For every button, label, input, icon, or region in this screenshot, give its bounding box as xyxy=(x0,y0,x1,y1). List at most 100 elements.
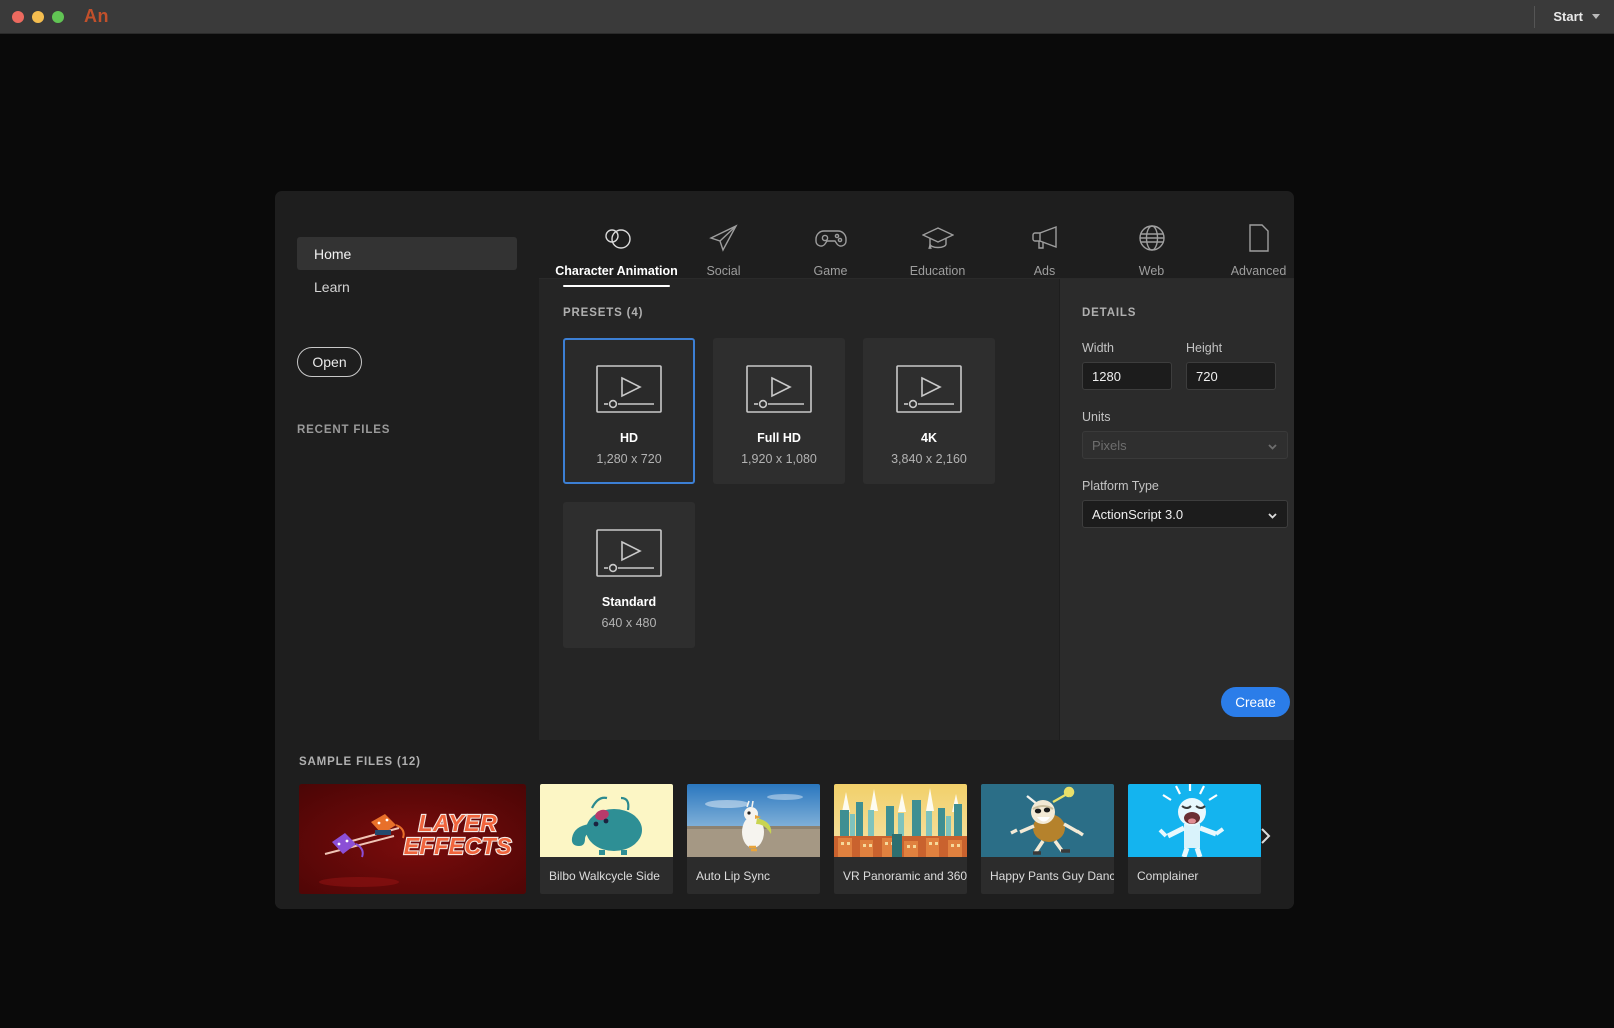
preset-size: 3,840 x 2,160 xyxy=(891,452,967,466)
preset-card-4k[interactable]: 4K 3,840 x 2,160 xyxy=(863,338,995,484)
platform-type-value: ActionScript 3.0 xyxy=(1092,506,1184,522)
sample-tile-label: Happy Pants Guy Dance xyxy=(981,857,1114,894)
titlebar-right-group: Start xyxy=(1534,0,1614,33)
featured-sample-title: LAYER EFFECTS xyxy=(403,810,513,858)
sample-tile-label: Complainer xyxy=(1128,857,1261,894)
sample-thumbnail xyxy=(834,784,967,857)
chevron-down-icon xyxy=(1267,440,1278,451)
open-button[interactable]: Open xyxy=(297,347,362,377)
featured-sample-layer-effects[interactable]: LAYER EFFECTS xyxy=(299,784,526,894)
sidebar: Home Learn Open RECENT FILES xyxy=(275,191,539,740)
maximize-window-button[interactable] xyxy=(52,10,64,23)
sample-tile-vr-panoramic[interactable]: VR Panoramic and 360 ... xyxy=(834,784,967,894)
sample-thumbnail xyxy=(687,784,820,857)
details-heading: DETAILS xyxy=(1082,307,1137,319)
sample-tile-bilbo-walkcycle-side[interactable]: Bilbo Walkcycle Side xyxy=(540,784,673,894)
video-preset-icon xyxy=(594,527,664,579)
sidebar-item-learn[interactable]: Learn xyxy=(297,270,517,303)
video-preset-icon xyxy=(744,363,814,415)
presets-pane: PRESETS (4) HD 1,280 x 720 Full HD 1,920… xyxy=(539,279,1059,740)
tab-advanced-label: Advanced xyxy=(1230,264,1287,278)
tab-social[interactable]: Social xyxy=(670,213,777,278)
video-preset-icon xyxy=(894,363,964,415)
dimension-fields: Width Height xyxy=(1082,341,1290,390)
sidebar-item-home-label: Home xyxy=(314,245,352,262)
desktop-backdrop: Home Learn Open RECENT FILES Character A… xyxy=(0,34,1614,1028)
character-animation-icon xyxy=(600,219,634,256)
create-button[interactable]: Create xyxy=(1221,687,1290,717)
units-label: Units xyxy=(1082,410,1111,424)
tab-education[interactable]: Education xyxy=(884,213,991,278)
preset-name: 4K xyxy=(921,431,937,445)
megaphone-icon xyxy=(1030,219,1060,256)
sample-tile-label: Auto Lip Sync xyxy=(687,857,820,894)
units-dropdown: Pixels xyxy=(1082,431,1288,459)
sample-thumbnail xyxy=(1128,784,1261,857)
tab-character-animation-label: Character Animation xyxy=(555,264,678,278)
chevron-down-icon xyxy=(1267,509,1278,520)
height-input[interactable] xyxy=(1186,362,1276,390)
preset-card-hd[interactable]: HD 1,280 x 720 xyxy=(563,338,695,484)
details-pane: DETAILS Width Height xyxy=(1059,279,1294,740)
window-controls xyxy=(12,10,64,23)
preset-card-full-hd[interactable]: Full HD 1,920 x 1,080 xyxy=(713,338,845,484)
sample-thumbnail xyxy=(540,784,673,857)
sidebar-item-home[interactable]: Home xyxy=(297,237,517,270)
tab-ads-label: Ads xyxy=(1033,264,1056,278)
category-tabs: Character Animation Social Game Educatio… xyxy=(539,191,1294,287)
tab-game[interactable]: Game xyxy=(777,213,884,278)
height-field-group: Height xyxy=(1186,341,1276,390)
sample-tile-complainer[interactable]: Complainer xyxy=(1128,784,1261,894)
paper-plane-icon xyxy=(708,219,739,256)
titlebar-divider xyxy=(1534,5,1536,28)
globe-icon xyxy=(1138,219,1166,256)
app-logo: An xyxy=(84,6,109,26)
featured-sample-title-line1: LAYER xyxy=(417,810,498,836)
presets-grid: HD 1,280 x 720 Full HD 1,920 x 1,080 4K … xyxy=(563,338,1028,648)
start-screen-modal: Home Learn Open RECENT FILES Character A… xyxy=(275,191,1294,909)
units-field-group: Units Pixels xyxy=(1082,410,1290,459)
platform-type-label: Platform Type xyxy=(1082,479,1159,493)
chevron-down-icon xyxy=(1592,14,1600,19)
modal-body: Home Learn Open RECENT FILES Character A… xyxy=(275,191,1294,740)
height-label: Height xyxy=(1186,341,1223,355)
sample-thumbnail xyxy=(981,784,1114,857)
width-field-group: Width xyxy=(1082,341,1172,390)
video-preset-icon xyxy=(594,363,664,415)
preset-name: HD xyxy=(619,431,639,445)
preset-card-standard[interactable]: Standard 640 x 480 xyxy=(563,502,695,648)
minimize-window-button[interactable] xyxy=(32,10,44,23)
tab-web-label: Web xyxy=(1138,264,1165,278)
platform-field-group: Platform Type ActionScript 3.0 xyxy=(1082,479,1290,528)
width-input[interactable] xyxy=(1082,362,1172,390)
sample-tile-label: Bilbo Walkcycle Side xyxy=(540,857,673,894)
graduation-cap-icon xyxy=(921,219,954,256)
tab-character-animation[interactable]: Character Animation xyxy=(555,213,678,287)
units-value: Pixels xyxy=(1092,437,1127,453)
sample-tile-auto-lip-sync[interactable]: Auto Lip Sync xyxy=(687,784,820,894)
panes: PRESETS (4) HD 1,280 x 720 Full HD 1,920… xyxy=(539,278,1294,740)
recent-files-heading: RECENT FILES xyxy=(297,424,391,436)
close-window-button[interactable] xyxy=(12,10,24,23)
sample-tile-label: VR Panoramic and 360 ... xyxy=(834,857,967,894)
platform-type-dropdown[interactable]: ActionScript 3.0 xyxy=(1082,500,1288,528)
start-workspace-label: Start xyxy=(1553,9,1583,24)
tab-education-label: Education xyxy=(909,264,966,278)
presets-heading: PRESETS (4) xyxy=(563,307,644,319)
sample-files-heading: SAMPLE FILES (12) xyxy=(299,756,421,768)
start-workspace-button[interactable]: Start xyxy=(1553,9,1600,24)
modal-content: Character Animation Social Game Educatio… xyxy=(539,191,1294,740)
preset-name: Standard xyxy=(601,595,657,609)
tab-web[interactable]: Web xyxy=(1098,213,1205,278)
width-label: Width xyxy=(1082,341,1114,355)
tab-advanced[interactable]: Advanced xyxy=(1205,213,1294,278)
tab-game-label: Game xyxy=(813,264,848,278)
document-icon xyxy=(1247,219,1271,256)
sample-tile-happy-pants-guy-dance[interactable]: Happy Pants Guy Dance xyxy=(981,784,1114,894)
window-titlebar: An Start xyxy=(0,0,1614,34)
preset-size: 640 x 480 xyxy=(601,616,657,630)
sidebar-item-learn-label: Learn xyxy=(314,278,350,295)
chevron-right-icon[interactable] xyxy=(1254,825,1276,847)
tab-ads[interactable]: Ads xyxy=(991,213,1098,278)
preset-size: 1,920 x 1,080 xyxy=(741,452,817,466)
